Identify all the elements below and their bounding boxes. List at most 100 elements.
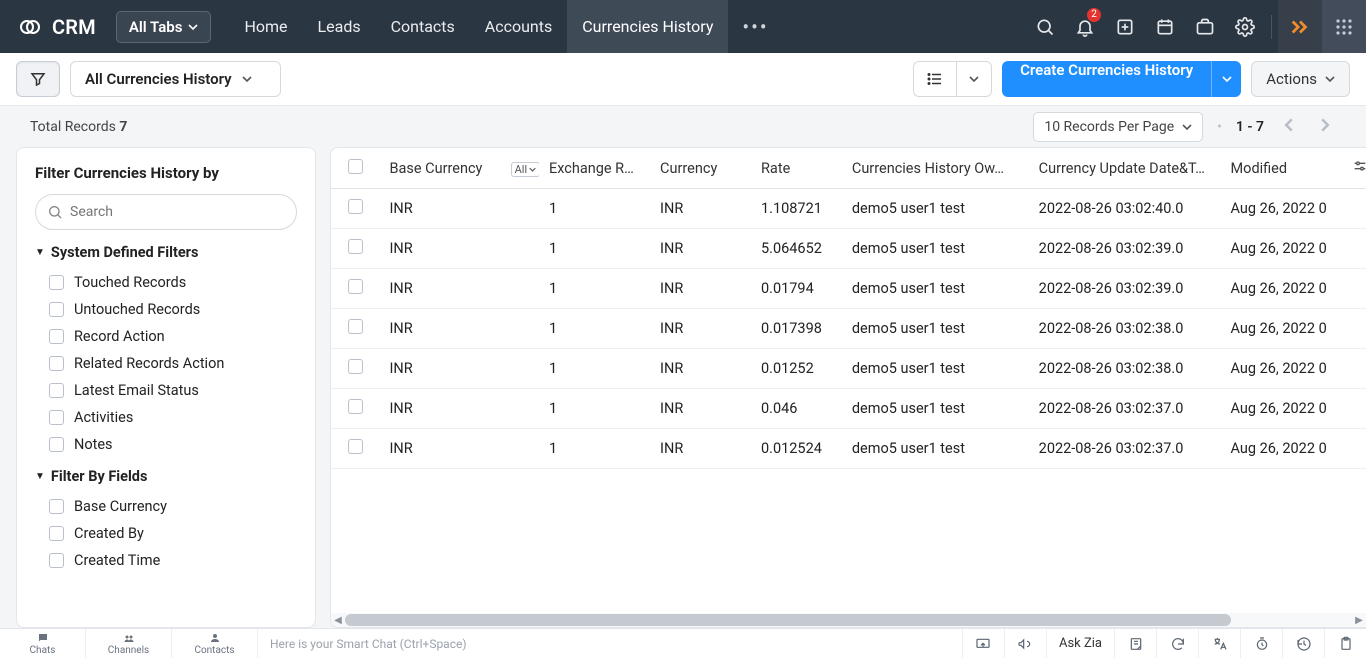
nav-link-leads[interactable]: Leads bbox=[303, 0, 376, 53]
filter-field-base-currency[interactable]: Base Currency bbox=[35, 493, 297, 520]
filter-system-record-action[interactable]: Record Action bbox=[35, 323, 297, 350]
cell-base-currency: INR bbox=[379, 429, 500, 469]
nav-more-button[interactable]: ••• bbox=[728, 15, 782, 39]
nav-links: HomeLeadsContactsAccountsCurrencies Hist… bbox=[229, 0, 728, 53]
table-row[interactable]: INR1INR5.064652demo5 user1 test2022-08-2… bbox=[331, 229, 1366, 269]
scroll-thumb[interactable] bbox=[345, 614, 1231, 626]
note-icon[interactable] bbox=[1114, 629, 1156, 658]
ask-zia-button[interactable]: Ask Zia bbox=[1046, 629, 1114, 658]
filter-system-activities[interactable]: Activities bbox=[35, 404, 297, 431]
pagination-next-button[interactable] bbox=[1314, 114, 1336, 140]
view-switcher-caret[interactable] bbox=[956, 62, 991, 96]
horizontal-scrollbar[interactable]: ◀ ▶ bbox=[331, 613, 1366, 627]
checkbox[interactable] bbox=[49, 499, 64, 514]
screen-share-icon[interactable] bbox=[962, 629, 1004, 658]
create-record-button[interactable]: Create Currencies History bbox=[1002, 61, 1211, 97]
column-currency[interactable]: Currency bbox=[650, 148, 751, 189]
column-rate[interactable]: Rate bbox=[751, 148, 842, 189]
bottom-tab-chats[interactable]: Chats bbox=[0, 629, 86, 658]
checkbox[interactable] bbox=[49, 410, 64, 425]
filter-item-label: Activities bbox=[74, 409, 133, 426]
row-checkbox[interactable] bbox=[348, 359, 363, 374]
checkbox[interactable] bbox=[49, 275, 64, 290]
announce-icon[interactable] bbox=[1004, 629, 1046, 658]
checkbox[interactable] bbox=[49, 526, 64, 541]
add-icon[interactable] bbox=[1105, 0, 1145, 53]
checkbox[interactable] bbox=[49, 329, 64, 344]
smart-chat-hint[interactable]: Here is your Smart Chat (Ctrl+Space) bbox=[258, 629, 558, 658]
column-settings-button[interactable] bbox=[1342, 148, 1366, 189]
briefcase-icon[interactable] bbox=[1185, 0, 1225, 53]
all-tabs-label: All Tabs bbox=[129, 18, 183, 36]
table-row[interactable]: INR1INR0.01794demo5 user1 test2022-08-26… bbox=[331, 269, 1366, 309]
pagination-prev-button[interactable] bbox=[1278, 114, 1300, 140]
table-view-switcher[interactable] bbox=[913, 61, 992, 97]
table-row[interactable]: INR1INR0.046demo5 user1 test2022-08-26 0… bbox=[331, 389, 1366, 429]
filter-group-system-defined[interactable]: ▼System Defined Filters bbox=[35, 244, 297, 261]
table-row[interactable]: INR1INR0.01252demo5 user1 test2022-08-26… bbox=[331, 349, 1366, 389]
app-launcher-orange-icon[interactable] bbox=[1278, 0, 1322, 53]
checkbox[interactable] bbox=[49, 356, 64, 371]
search-icon[interactable] bbox=[1025, 0, 1065, 53]
filter-field-created-time[interactable]: Created Time bbox=[35, 547, 297, 574]
scroll-right-icon[interactable]: ▶ bbox=[1352, 615, 1366, 626]
checkbox[interactable] bbox=[49, 437, 64, 452]
total-records-label: Total Records 7 bbox=[30, 119, 127, 135]
scroll-left-icon[interactable]: ◀ bbox=[331, 615, 345, 626]
table-row[interactable]: INR1INR0.012524demo5 user1 test2022-08-2… bbox=[331, 429, 1366, 469]
filter-system-latest-email-status[interactable]: Latest Email Status bbox=[35, 377, 297, 404]
apps-grid-icon[interactable] bbox=[1322, 0, 1366, 53]
column-modified[interactable]: Modified bbox=[1221, 148, 1342, 189]
column-update-date[interactable]: Currency Update Date&T… bbox=[1029, 148, 1221, 189]
filter-group-by-fields[interactable]: ▼Filter By Fields bbox=[35, 468, 297, 485]
filter-system-untouched-records[interactable]: Untouched Records bbox=[35, 296, 297, 323]
row-checkbox[interactable] bbox=[348, 199, 363, 214]
sync-icon[interactable] bbox=[1156, 629, 1198, 658]
records-per-page-dropdown[interactable]: 10 Records Per Page bbox=[1033, 112, 1203, 142]
cell-exchange: 1 bbox=[539, 189, 650, 229]
row-checkbox[interactable] bbox=[348, 399, 363, 414]
filter-field-created-by[interactable]: Created By bbox=[35, 520, 297, 547]
brand[interactable]: CRM bbox=[0, 15, 110, 39]
row-checkbox[interactable] bbox=[348, 439, 363, 454]
all-tabs-button[interactable]: All Tabs bbox=[116, 11, 212, 43]
checkbox[interactable] bbox=[49, 383, 64, 398]
column-exchange-rate[interactable]: Exchange R… bbox=[539, 148, 650, 189]
list-view-icon[interactable] bbox=[914, 62, 956, 96]
filter-toggle-button[interactable] bbox=[16, 61, 60, 97]
cell-owner: demo5 user1 test bbox=[842, 189, 1029, 229]
column-base-currency[interactable]: Base Currency bbox=[379, 148, 500, 189]
filter-system-touched-records[interactable]: Touched Records bbox=[35, 269, 297, 296]
current-view-dropdown[interactable]: All Currencies History bbox=[70, 61, 281, 97]
notifications-icon[interactable]: 2 bbox=[1065, 0, 1105, 53]
history-icon[interactable] bbox=[1282, 629, 1324, 658]
nav-link-accounts[interactable]: Accounts bbox=[470, 0, 567, 53]
calendar-icon[interactable] bbox=[1145, 0, 1185, 53]
actions-dropdown[interactable]: Actions bbox=[1251, 61, 1350, 97]
nav-link-home[interactable]: Home bbox=[229, 0, 302, 53]
filter-search-input[interactable] bbox=[35, 194, 297, 230]
row-checkbox[interactable] bbox=[348, 239, 363, 254]
clock-icon[interactable] bbox=[1240, 629, 1282, 658]
filter-system-notes[interactable]: Notes bbox=[35, 431, 297, 458]
translate-icon[interactable] bbox=[1198, 629, 1240, 658]
nav-link-currencies-history[interactable]: Currencies History bbox=[567, 0, 728, 53]
bottom-tab-channels[interactable]: Channels bbox=[86, 629, 172, 658]
column-owner[interactable]: Currencies History Ow… bbox=[842, 148, 1029, 189]
nav-link-contacts[interactable]: Contacts bbox=[376, 0, 470, 53]
row-checkbox[interactable] bbox=[348, 319, 363, 334]
row-checkbox[interactable] bbox=[348, 279, 363, 294]
column-filter-pill[interactable]: All bbox=[511, 162, 539, 177]
settings-icon[interactable] bbox=[1225, 0, 1265, 53]
table-row[interactable]: INR1INR1.108721demo5 user1 test2022-08-2… bbox=[331, 189, 1366, 229]
scroll-track[interactable] bbox=[345, 614, 1352, 626]
create-record-dropdown[interactable] bbox=[1211, 61, 1241, 97]
select-all-checkbox[interactable] bbox=[348, 159, 363, 174]
clipboard-icon[interactable] bbox=[1324, 629, 1366, 658]
checkbox[interactable] bbox=[49, 553, 64, 568]
cell-exchange: 1 bbox=[539, 229, 650, 269]
checkbox[interactable] bbox=[49, 302, 64, 317]
bottom-tab-contacts[interactable]: Contacts bbox=[172, 629, 258, 658]
filter-system-related-records-action[interactable]: Related Records Action bbox=[35, 350, 297, 377]
table-row[interactable]: INR1INR0.017398demo5 user1 test2022-08-2… bbox=[331, 309, 1366, 349]
